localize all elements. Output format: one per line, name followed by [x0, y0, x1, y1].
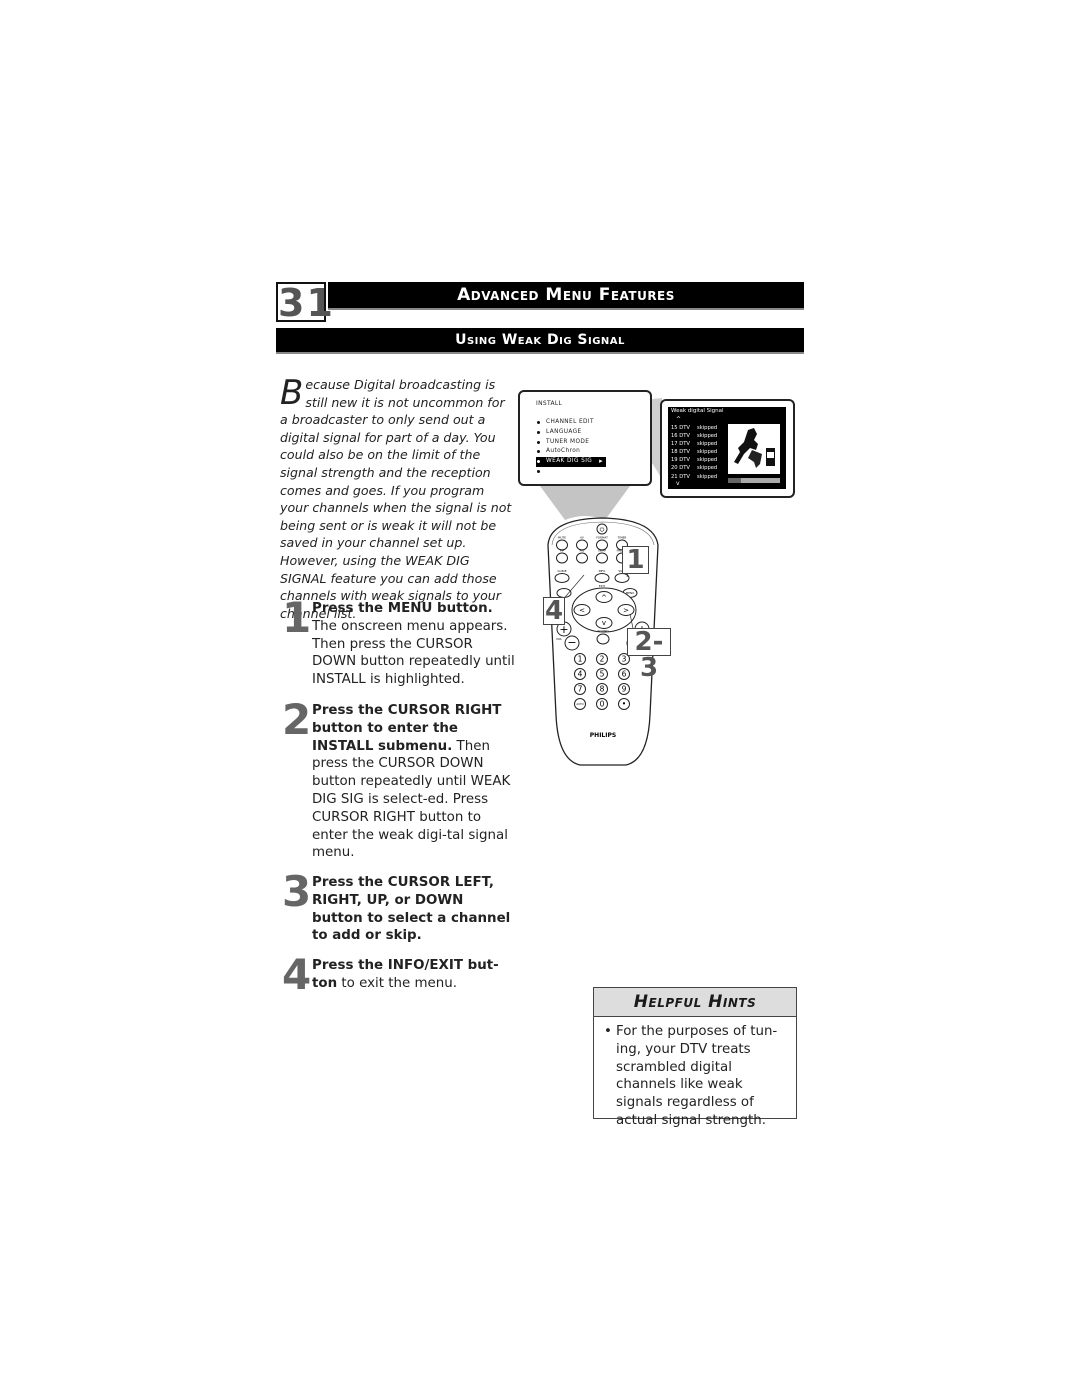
brand-logo: PHILIPS — [590, 732, 616, 739]
channel-number: 15 DTV — [671, 425, 690, 431]
svg-text:⏻: ⏻ — [600, 527, 605, 534]
svg-text:5: 5 — [600, 670, 605, 679]
svg-text:MUTE: MUTE — [558, 536, 566, 540]
weak-signal-screen: Weak digital Signal ^ 15 DTV skipped 16 DT… — [660, 399, 795, 498]
svg-text:<: < — [579, 607, 585, 615]
channel-row[interactable]: 17 DTV skipped — [671, 440, 717, 448]
svg-text:6: 6 — [622, 670, 627, 679]
channel-status: skipped — [697, 465, 718, 472]
svg-text:2: 2 — [600, 655, 605, 664]
digit-button-8[interactable]: 8 — [596, 683, 608, 695]
scroll-down-icon[interactable]: v — [676, 480, 680, 487]
bullet-icon: • — [604, 1024, 612, 1039]
svg-text:•: • — [622, 700, 626, 709]
menu-item-autochron[interactable]: AutoChron — [536, 447, 606, 457]
horse-rider-icon — [734, 428, 775, 468]
svg-text:SWAP: SWAP — [598, 549, 606, 553]
channel-status: skipped — [697, 449, 718, 456]
svg-text:TIMER: TIMER — [617, 536, 627, 540]
remote-swap-button[interactable]: SWAP — [596, 549, 608, 564]
svg-text:PIP: PIP — [560, 549, 565, 553]
svg-text:4: 4 — [578, 670, 583, 679]
channel-number: 19 DTV — [671, 457, 690, 464]
scroll-up-icon[interactable]: ^ — [676, 416, 681, 423]
channel-row[interactable]: 15 DTV skipped — [671, 424, 717, 432]
signal-strength-bar — [728, 478, 780, 483]
weak-signal-title: Weak digital Signal — [671, 408, 724, 414]
channel-row[interactable]: 20 DTV skipped — [671, 464, 717, 472]
digit-button-auto[interactable]: AUTO — [574, 698, 586, 710]
volume-down-button[interactable]: − — [564, 635, 580, 651]
digit-button-dot[interactable]: • — [618, 698, 630, 710]
menu-item-channel-edit[interactable]: CHANNEL EDIT — [536, 418, 606, 428]
svg-text:3: 3 — [622, 655, 627, 664]
callout-1: 1 — [622, 546, 649, 574]
channel-row[interactable]: 18 DTV skipped — [671, 448, 717, 456]
sound-label: SOUND — [597, 629, 609, 633]
helpful-hints-box: Helpful Hints • For the purposes of tun-… — [593, 987, 797, 1128]
cursor-right-button[interactable]: > — [617, 604, 635, 616]
digit-button-1[interactable]: 1 — [574, 653, 586, 665]
cursor-down-button[interactable]: v — [595, 617, 613, 629]
channel-number: 17 DTV — [671, 441, 690, 448]
channel-status: skipped — [697, 473, 718, 480]
digit-button-6[interactable]: 6 — [618, 668, 630, 680]
channel-number: 16 DTV — [671, 433, 690, 440]
menu-item-language[interactable]: LANGUAGE — [536, 428, 606, 438]
channel-status: skipped — [697, 457, 718, 464]
digit-button-2[interactable]: 2 — [596, 653, 608, 665]
channel-row[interactable]: 19 DTV skipped — [671, 456, 717, 464]
install-menu-screen: INSTALL CHANNEL EDIT LANGUAGE TUNER MODE… — [518, 390, 652, 486]
callout-4: 4 — [543, 596, 565, 626]
svg-text:AUTO: AUTO — [576, 702, 583, 706]
svg-text:GUIDE: GUIDE — [558, 569, 567, 573]
preview-image — [728, 424, 780, 474]
channel-number: 21 DTV — [671, 473, 690, 480]
svg-text:9: 9 — [622, 685, 627, 694]
svg-text:7: 7 — [578, 685, 583, 694]
svg-text:8: 8 — [600, 685, 605, 694]
install-menu-list: CHANNEL EDIT LANGUAGE TUNER MODE AutoChr… — [536, 418, 606, 477]
digit-button-5[interactable]: 5 — [596, 668, 608, 680]
menu-item-weak-dig-sig[interactable]: WEAK DIG SIG — [536, 457, 606, 467]
exit-label: EXIT — [599, 584, 606, 588]
digit-button-4[interactable]: 4 — [574, 668, 586, 680]
channel-status: skipped — [697, 433, 718, 440]
channel-number: 18 DTV — [671, 449, 690, 456]
sound-button[interactable] — [596, 633, 610, 645]
callout-2-3: 2-3 — [627, 628, 671, 681]
channel-status: skipped — [697, 441, 718, 448]
cursor-left-button[interactable]: < — [573, 604, 591, 616]
svg-text:FORMAT: FORMAT — [596, 536, 608, 540]
svg-text:>: > — [623, 607, 629, 615]
signal-strength-fill — [728, 478, 741, 483]
hint-item: • For the purposes of tun-ing, your DTV … — [594, 1017, 796, 1130]
digit-button-0[interactable]: 0 — [596, 698, 608, 710]
svg-text:AV: AV — [580, 536, 584, 540]
svg-text:0: 0 — [600, 700, 605, 709]
channel-number: 20 DTV — [671, 465, 690, 472]
cursor-up-button[interactable]: ^ — [595, 591, 613, 603]
digit-button-9[interactable]: 9 — [618, 683, 630, 695]
power-button[interactable]: ⏻ — [596, 523, 608, 535]
channel-list: 15 DTV skipped 16 DTV skipped 17 DTV skipped 1… — [671, 424, 717, 481]
channel-row[interactable]: 16 DTV skipped — [671, 432, 717, 440]
channel-status: skipped — [697, 425, 718, 431]
digit-button-7[interactable]: 7 — [574, 683, 586, 695]
svg-text:1: 1 — [578, 655, 583, 664]
svg-text:PIG: PIG — [580, 549, 585, 553]
install-menu-title: INSTALL — [536, 400, 563, 407]
svg-text:v: v — [602, 619, 606, 627]
menu-item-tuner-mode[interactable]: TUNER MODE — [536, 438, 606, 448]
helpful-hints-title: Helpful Hints — [594, 988, 796, 1017]
hint-text: For the purposes of tun-ing, your DTV tr… — [616, 1024, 778, 1128]
svg-text:−: − — [567, 636, 576, 649]
svg-text:^: ^ — [601, 594, 607, 602]
vol-label: VOL — [556, 637, 562, 641]
menu-item-empty — [536, 467, 606, 477]
svg-text:INFO: INFO — [599, 569, 607, 573]
